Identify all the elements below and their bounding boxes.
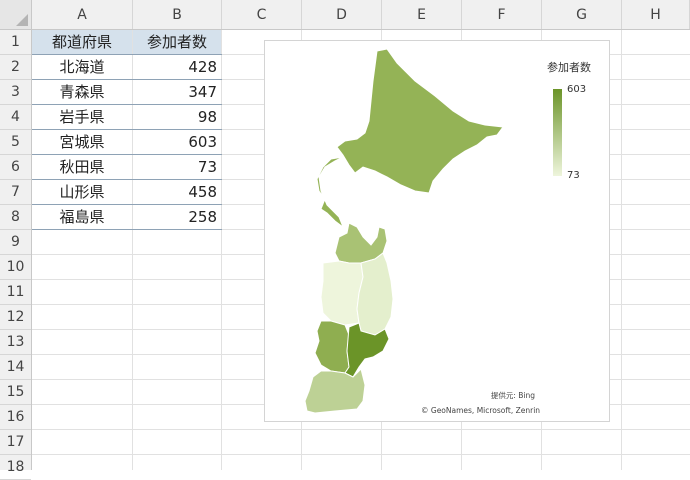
row-header[interactable]: 7 [0,180,31,205]
table-cell-count[interactable]: 347 [133,80,221,104]
row-header[interactable]: 15 [0,380,31,405]
legend-color-scale [553,89,562,176]
table-cell-prefecture[interactable]: 北海道 [32,55,132,79]
spreadsheet: A B C D E F G H 1 2 3 4 5 6 7 8 9 10 11 … [0,0,690,480]
region-iwate [356,252,394,336]
column-header-d[interactable]: D [302,0,382,29]
select-all-corner[interactable] [0,0,32,30]
map-chart[interactable]: 参加者数 603 73 提供元: Bing © GeoNames, Micros… [264,40,610,422]
table-cell-count[interactable]: 98 [133,105,221,129]
table-cell-count[interactable]: 258 [133,205,221,229]
row-header[interactable]: 11 [0,280,31,305]
row-header[interactable]: 2 [0,55,31,80]
region-yamagata [314,320,350,374]
map-attribution-copyright: © GeoNames, Microsoft, Zenrin [421,406,541,415]
column-header-c[interactable]: C [222,0,302,29]
column-headers: A B C D E F G H [32,0,690,30]
table-cell-count[interactable]: 428 [133,55,221,79]
table-cell-prefecture[interactable]: 秋田県 [32,155,132,179]
table-cell-prefecture[interactable]: 青森県 [32,80,132,104]
row-header[interactable]: 13 [0,330,31,355]
column-header-a[interactable]: A [32,0,133,29]
row-header[interactable]: 16 [0,405,31,430]
row-header[interactable]: 10 [0,255,31,280]
row-header[interactable]: 17 [0,430,31,455]
row-header[interactable]: 14 [0,355,31,380]
row-header[interactable]: 4 [0,105,31,130]
row-header[interactable]: 12 [0,305,31,330]
table-cell-prefecture[interactable]: 宮城県 [32,130,132,154]
column-header-h[interactable]: H [622,0,690,29]
table-header-prefecture[interactable]: 都道府県 [32,30,132,54]
region-akita [320,260,364,326]
row-header[interactable]: 3 [0,80,31,105]
row-header[interactable]: 5 [0,130,31,155]
row-header[interactable]: 9 [0,230,31,255]
table-cell-count[interactable]: 603 [133,130,221,154]
row-header[interactable]: 18 [0,455,31,480]
legend-max-label: 603 [567,84,587,95]
row-headers: 1 2 3 4 5 6 7 8 9 10 11 12 13 14 15 16 1… [0,30,32,480]
row-header[interactable]: 8 [0,205,31,230]
table-cell-prefecture[interactable]: 福島県 [32,205,132,229]
row-header[interactable]: 6 [0,155,31,180]
column-header-b[interactable]: B [133,0,222,29]
row-header[interactable]: 1 [0,30,31,55]
region-fukushima [304,368,366,414]
column-header-f[interactable]: F [462,0,542,29]
map-attribution-provider: 提供元: Bing [490,391,535,400]
column-header-e[interactable]: E [382,0,462,29]
table-cell-count[interactable]: 73 [133,155,221,179]
legend-title: 参加者数 [547,61,591,74]
table-cell-count[interactable]: 458 [133,180,221,204]
table-header-participants[interactable]: 参加者数 [133,30,221,54]
table-cell-prefecture[interactable]: 岩手県 [32,105,132,129]
table-cell-prefecture[interactable]: 山形県 [32,180,132,204]
legend-min-label: 73 [567,170,580,181]
column-header-g[interactable]: G [542,0,622,29]
region-hokkaido [316,48,504,229]
